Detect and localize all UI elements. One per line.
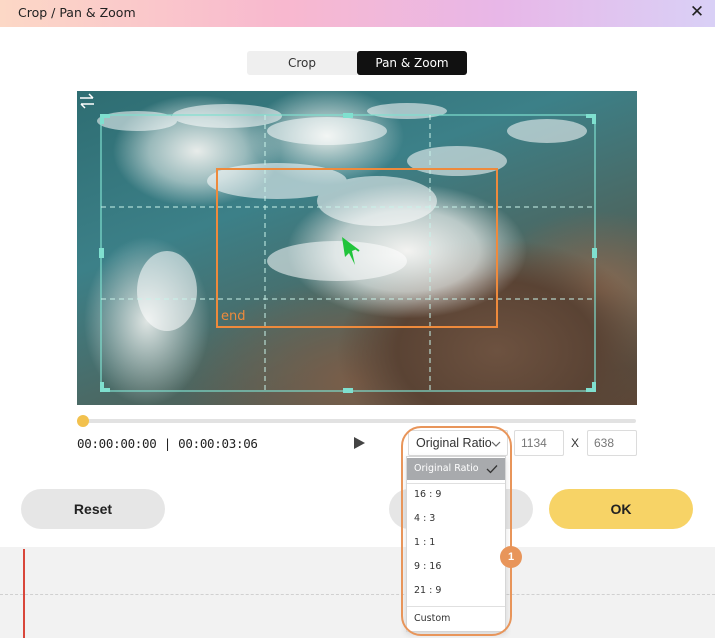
ratio-option-16-9[interactable]: 16 : 9	[407, 484, 505, 506]
ratio-option-4-3[interactable]: 4 : 3	[407, 508, 505, 530]
crop-pan-zoom-dialog: Crop / Pan & Zoom ✕ Crop Pan & Zoom end …	[0, 0, 715, 638]
check-icon	[486, 465, 498, 474]
aspect-ratio-dropdown: Original Ratio 16 : 9 4 : 3 1 : 1 9 : 16…	[406, 456, 506, 632]
title-bar: Crop / Pan & Zoom ✕	[0, 0, 715, 27]
callout-badge: 1	[500, 546, 522, 568]
width-input[interactable]: 1134	[514, 430, 564, 456]
reset-button[interactable]: Reset	[21, 489, 165, 529]
mode-tabs: Crop Pan & Zoom	[247, 51, 467, 75]
end-label: end	[221, 309, 246, 324]
window-title: Crop / Pan & Zoom	[18, 5, 136, 20]
crop-handle-top-right	[586, 114, 596, 124]
ratio-option-original[interactable]: Original Ratio	[407, 458, 505, 480]
playback-slider-track[interactable]	[82, 419, 636, 423]
dimension-separator: X	[571, 436, 580, 450]
ratio-option-custom[interactable]: Custom	[407, 608, 505, 630]
ratio-option-1-1[interactable]: 1 : 1	[407, 532, 505, 554]
height-input[interactable]: 638	[587, 430, 637, 456]
ratio-option-9-16[interactable]: 9 : 16	[407, 556, 505, 578]
close-icon[interactable]: ✕	[688, 3, 706, 21]
crop-handle-bottom	[343, 388, 353, 393]
play-icon[interactable]	[352, 436, 366, 450]
swap-arrows-icon[interactable]	[77, 91, 97, 111]
crop-handle-left	[99, 248, 104, 258]
timeline-area[interactable]	[0, 547, 715, 638]
crop-overlay	[97, 103, 597, 393]
playback-slider-thumb[interactable]	[77, 415, 89, 427]
timeline-playhead[interactable]	[23, 549, 25, 638]
crop-handle-right	[592, 248, 597, 258]
timeline-divider	[0, 594, 715, 595]
chevron-down-icon	[491, 441, 501, 447]
dropdown-separator	[407, 606, 505, 607]
aspect-ratio-select[interactable]: Original Ratio	[408, 430, 508, 456]
tab-crop[interactable]: Crop	[247, 51, 357, 75]
crop-handle-bottom-left	[100, 382, 110, 392]
aspect-ratio-value: Original Ratio	[416, 436, 492, 450]
video-preview[interactable]: end	[77, 91, 637, 405]
tab-pan-zoom[interactable]: Pan & Zoom	[357, 51, 467, 75]
crop-handle-bottom-right	[586, 382, 596, 392]
ok-button[interactable]: OK	[549, 489, 693, 529]
crop-handle-top	[343, 113, 353, 118]
ratio-option-21-9[interactable]: 21 : 9	[407, 580, 505, 602]
timecode: 00:00:00:00 | 00:00:03:06	[77, 436, 258, 451]
